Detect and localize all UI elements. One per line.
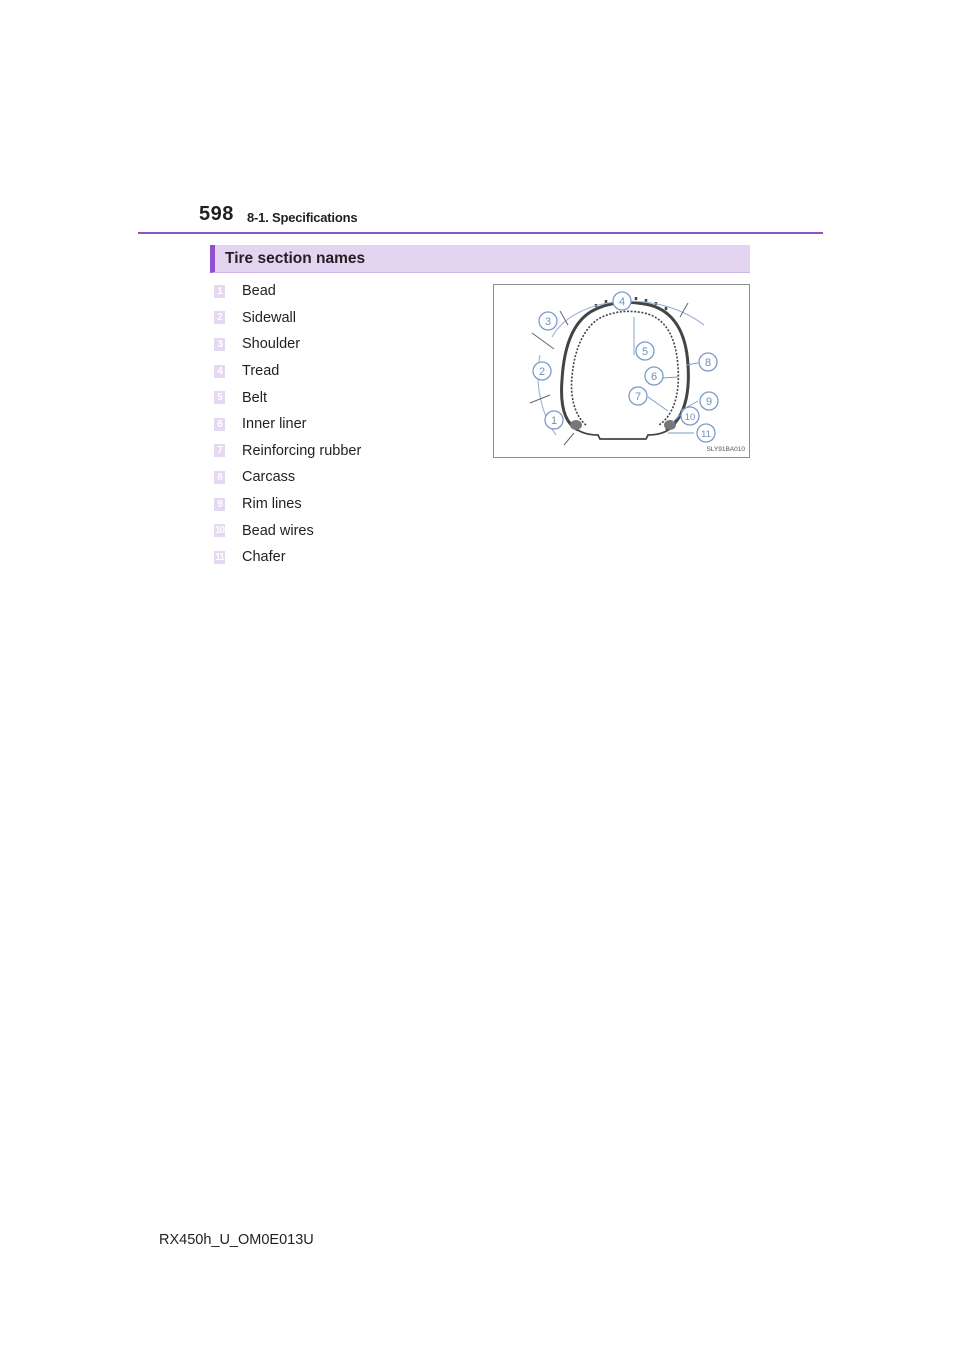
leader-line-7 <box>647 396 669 412</box>
number-badge: 11 <box>214 550 225 564</box>
bead-left <box>570 420 582 430</box>
number-badge: 4 <box>214 364 225 378</box>
rim-tick <box>563 432 575 446</box>
list-item: 4 Tread <box>214 358 361 385</box>
part-label: Sidewall <box>242 309 296 326</box>
number-badge: 1 <box>214 284 225 298</box>
callout-11: 11 <box>701 429 711 440</box>
part-label: Carcass <box>242 469 296 486</box>
part-label: Chafer <box>242 549 286 566</box>
list-item: 6 Inner liner <box>214 411 361 438</box>
number-badge: 8 <box>214 470 225 484</box>
footer-document-id: RX450h_U_OM0E013U <box>159 1232 314 1248</box>
parts-list: 1 Bead 2 Sidewall 3 Shoulder 4 Tread 5 Belt 6… <box>214 278 361 571</box>
callout-3: 3 <box>545 316 551 328</box>
list-item: 11 Chafer <box>214 544 361 571</box>
section-heading-title: Tire section names <box>225 250 366 267</box>
tire-inner-outline <box>570 310 680 426</box>
part-label: Inner liner <box>242 416 307 433</box>
list-item: 7 Reinforcing rubber <box>214 438 361 465</box>
section-heading: Tire section names <box>210 245 750 273</box>
list-item: 2 Sidewall <box>214 305 361 332</box>
part-label: Bead wires <box>242 522 314 539</box>
number-badge: 7 <box>214 444 225 458</box>
callout-numbers: 1 2 3 4 5 6 7 8 9 10 11 <box>539 296 712 440</box>
part-label: Bead <box>242 283 276 300</box>
tire-cross-section-figure: 1 2 3 4 5 6 7 8 9 10 11 SLY91BA010 <box>493 284 750 458</box>
callout-9: 9 <box>706 396 712 408</box>
number-badge: 2 <box>214 311 225 325</box>
tire-cross-section-diagram: 1 2 3 4 5 6 7 8 9 10 11 <box>529 291 719 446</box>
number-badge: 5 <box>214 391 225 405</box>
shoulder-tick <box>531 332 555 350</box>
callout-5: 5 <box>642 346 648 358</box>
tire-outer-outline <box>560 300 690 432</box>
list-item: 5 Belt <box>214 384 361 411</box>
number-badge: 9 <box>214 497 225 511</box>
section-reference: 8-1. Specifications <box>247 210 358 225</box>
number-badge: 6 <box>214 417 225 431</box>
number-badge: 3 <box>214 337 225 351</box>
list-item: 8 Carcass <box>214 464 361 491</box>
callout-7: 7 <box>635 391 641 403</box>
callout-8: 8 <box>705 357 711 369</box>
part-label: Shoulder <box>242 336 301 353</box>
header-rule <box>138 232 823 234</box>
callout-10: 10 <box>685 412 696 423</box>
list-item: 3 Shoulder <box>214 331 361 358</box>
list-item: 1 Bead <box>214 278 361 305</box>
number-badge: 10 <box>214 524 225 538</box>
page-number: 598 <box>199 203 234 225</box>
bead-right <box>664 420 676 430</box>
part-label: Tread <box>242 363 280 380</box>
part-label: Reinforcing rubber <box>242 442 362 459</box>
callout-4: 4 <box>619 296 625 308</box>
callout-1: 1 <box>551 415 557 427</box>
list-item: 9 Rim lines <box>214 491 361 518</box>
callout-6: 6 <box>651 371 657 383</box>
figure-code: SLY91BA010 <box>706 446 745 453</box>
part-label: Rim lines <box>242 496 302 513</box>
part-label: Belt <box>242 389 267 406</box>
list-item: 10 Bead wires <box>214 517 361 544</box>
rim-outline <box>569 422 677 440</box>
callout-2: 2 <box>539 366 545 378</box>
